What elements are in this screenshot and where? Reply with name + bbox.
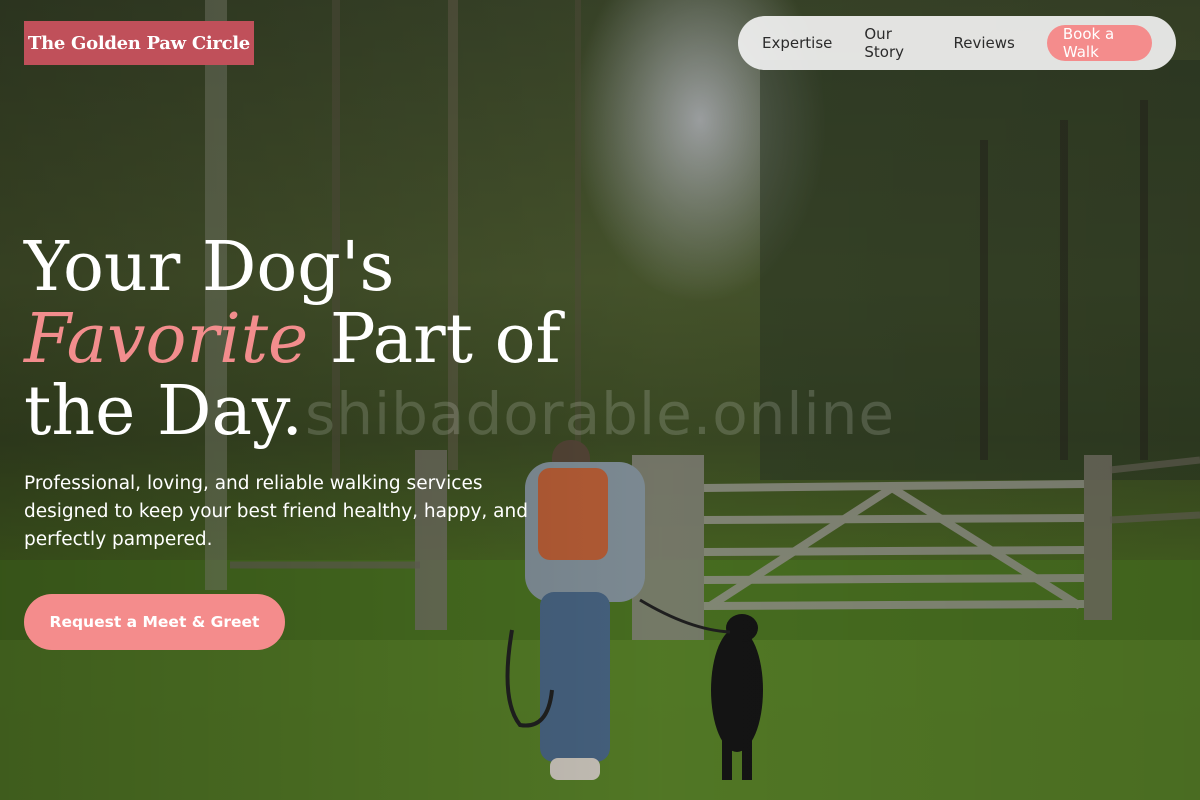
main-navigation: Expertise Our Story Reviews Book a Walk — [738, 16, 1176, 70]
hero-subtitle: Professional, loving, and reliable walki… — [24, 473, 528, 550]
nav-link-expertise[interactable]: Expertise — [762, 34, 832, 52]
nav-link-our-story[interactable]: Our Story — [864, 25, 921, 61]
nav-link-reviews[interactable]: Reviews — [954, 34, 1015, 52]
headline-line-1: Your Dog's — [24, 228, 395, 307]
hero-section: The Golden Paw Circle Expertise Our Stor… — [0, 0, 1200, 800]
request-meet-greet-button[interactable]: Request a Meet & Greet — [24, 594, 285, 650]
watermark-text: shibadorable.online — [305, 380, 896, 448]
headline-line-3: the Day. — [24, 372, 304, 451]
headline-line-2: Part of — [308, 300, 561, 379]
book-walk-button[interactable]: Book a Walk — [1046, 25, 1152, 61]
headline-accent-word: Favorite — [24, 300, 309, 379]
brand-logo[interactable]: The Golden Paw Circle — [24, 21, 254, 65]
